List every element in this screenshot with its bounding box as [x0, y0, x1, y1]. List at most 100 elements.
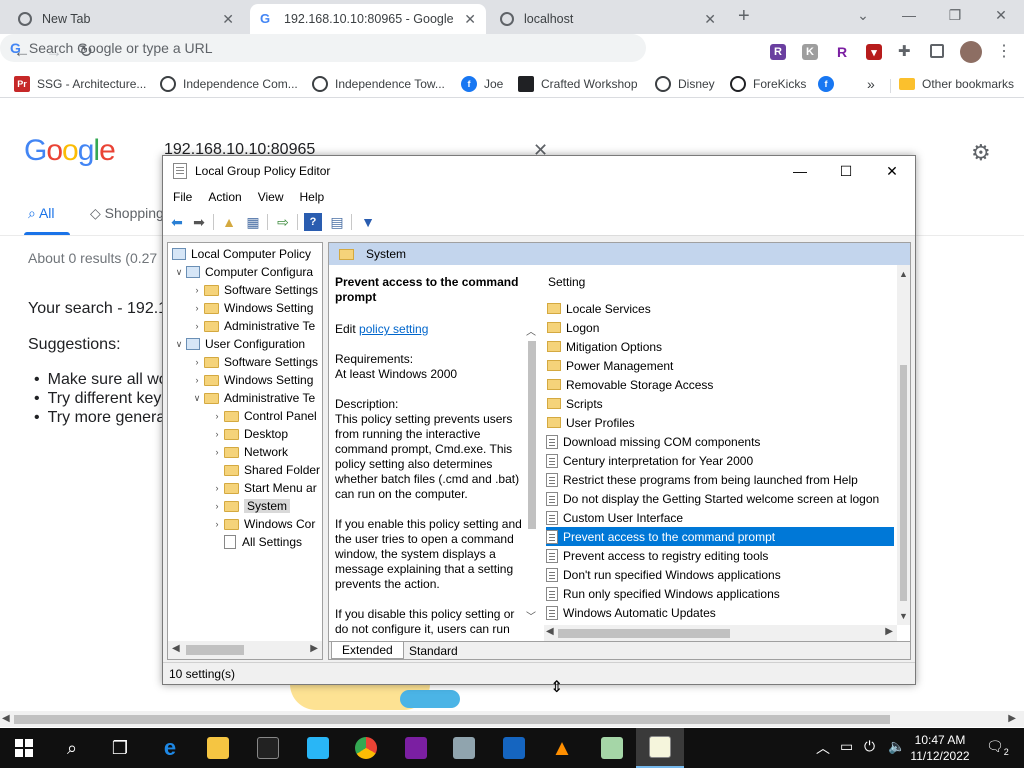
- tree-horizontal-scrollbar[interactable]: ◀ ▶: [168, 641, 322, 659]
- chevron-down-icon[interactable]: ∨: [190, 393, 204, 404]
- chevron-right-icon[interactable]: ›: [190, 303, 204, 313]
- scrollbar-thumb[interactable]: [900, 365, 907, 601]
- extensions-puzzle-icon[interactable]: ✚: [898, 42, 911, 60]
- close-icon[interactable]: ✕: [464, 11, 476, 28]
- tree-node[interactable]: › Start Menu ar: [210, 479, 317, 497]
- tree-node[interactable]: Shared Folder: [210, 461, 320, 479]
- tree-node[interactable]: Local Computer Policy: [172, 245, 311, 263]
- profile-avatar[interactable]: [960, 41, 982, 63]
- more-bookmarks-button[interactable]: »: [867, 75, 875, 93]
- close-button[interactable]: ✕: [869, 156, 915, 186]
- bookmark-facebook[interactable]: f: [818, 75, 841, 93]
- file-explorer-icon[interactable]: [194, 728, 242, 768]
- scroll-up-icon[interactable]: ︿: [526, 323, 536, 338]
- notepad-plus-icon[interactable]: [588, 728, 636, 768]
- scroll-right-icon[interactable]: ▶: [885, 626, 893, 637]
- list-horizontal-scrollbar[interactable]: ◀ ▶: [544, 625, 897, 641]
- app-cube-icon[interactable]: [294, 728, 342, 768]
- filter-icon[interactable]: ▼: [359, 213, 377, 231]
- chevron-down-icon[interactable]: ∨: [172, 339, 186, 350]
- network-tray-icon[interactable]: ▭: [840, 738, 853, 755]
- extension-r2-icon[interactable]: R: [834, 44, 850, 60]
- up-folder-icon[interactable]: ▲: [220, 213, 238, 231]
- list-policy-item[interactable]: Century interpretation for Year 2000: [546, 451, 894, 470]
- bookmark-independence-com[interactable]: Independence Com...: [160, 75, 298, 93]
- chevron-right-icon[interactable]: ›: [210, 483, 224, 493]
- chevron-right-icon[interactable]: ›: [190, 375, 204, 385]
- restore-button[interactable]: ❐: [932, 0, 978, 30]
- tree-node[interactable]: › Software Settings: [190, 281, 319, 299]
- list-folder-item[interactable]: User Profiles: [546, 413, 894, 432]
- bookmark-joe[interactable]: f Joe: [461, 75, 503, 93]
- chevron-down-icon[interactable]: ∨: [172, 267, 186, 278]
- list-folder-item[interactable]: Removable Storage Access: [546, 375, 894, 394]
- list-folder-item[interactable]: Logon: [546, 318, 894, 337]
- menu-action[interactable]: Action: [208, 190, 241, 204]
- gpedit-taskbar-icon[interactable]: [636, 728, 684, 768]
- tab-shopping[interactable]: ◇ Shopping: [90, 205, 164, 222]
- list-policy-item[interactable]: Custom User Interface: [546, 508, 894, 527]
- tree-node[interactable]: › Network: [210, 443, 289, 461]
- chevron-right-icon[interactable]: ›: [210, 519, 224, 529]
- visual-studio-icon[interactable]: [392, 728, 440, 768]
- list-vertical-scrollbar[interactable]: ▲ ▼: [897, 265, 910, 625]
- search-icon[interactable]: ⌕: [48, 728, 96, 768]
- list-policy-item[interactable]: Restrict these programs from being launc…: [546, 470, 894, 489]
- tree-node[interactable]: › Windows Setting: [190, 299, 314, 317]
- extension-r-icon[interactable]: R: [770, 44, 786, 60]
- list-policy-item[interactable]: Download missing COM components: [546, 432, 894, 451]
- scroll-right-icon[interactable]: ▶: [1008, 713, 1016, 724]
- start-button[interactable]: [0, 728, 48, 768]
- menu-view[interactable]: View: [258, 190, 284, 204]
- properties-icon[interactable]: ▤: [328, 213, 346, 231]
- column-header-setting[interactable]: Setting: [548, 275, 585, 289]
- bookmark-independence-tow[interactable]: Independence Tow...: [312, 75, 445, 93]
- tree-node[interactable]: ∨ Administrative Te: [190, 389, 315, 407]
- edit-policy-link[interactable]: policy setting: [359, 322, 428, 336]
- scroll-left-icon[interactable]: ◀: [546, 626, 554, 637]
- close-icon[interactable]: ✕: [222, 11, 234, 28]
- chrome-icon[interactable]: [342, 728, 390, 768]
- tree-node[interactable]: ∨ User Configuration: [172, 335, 305, 353]
- tab-search-icon[interactable]: ⌄: [840, 0, 886, 30]
- chevron-right-icon[interactable]: ›: [210, 501, 224, 511]
- close-button[interactable]: ✕: [978, 0, 1024, 30]
- vlc-icon[interactable]: ▲: [538, 728, 586, 768]
- other-bookmarks[interactable]: Other bookmarks: [899, 75, 1014, 93]
- chevron-right-icon[interactable]: ›: [210, 411, 224, 421]
- list-policy-item[interactable]: Prevent access to registry editing tools: [546, 546, 894, 565]
- scroll-up-icon[interactable]: ▲: [899, 269, 908, 279]
- tree-node[interactable]: › Desktop: [210, 425, 289, 443]
- google-logo[interactable]: Google: [24, 134, 116, 168]
- minimize-button[interactable]: —: [886, 0, 932, 30]
- scroll-right-icon[interactable]: ▶: [310, 643, 318, 654]
- extension-off-icon[interactable]: ▾: [866, 44, 882, 60]
- tab-localhost[interactable]: localhost ✕: [490, 4, 726, 34]
- list-policy-item[interactable]: Do not display the Getting Started welco…: [546, 489, 894, 508]
- chevron-right-icon[interactable]: ›: [210, 429, 224, 439]
- new-tab-button[interactable]: +: [738, 5, 750, 28]
- window-title-bar[interactable]: Local Group Policy Editor — ☐ ✕: [163, 156, 915, 186]
- forward-arrow-icon[interactable]: ➡: [190, 213, 208, 231]
- bookmark-disney[interactable]: Disney: [655, 75, 715, 93]
- chevron-right-icon[interactable]: ›: [210, 447, 224, 457]
- chevron-right-icon[interactable]: ›: [190, 357, 204, 367]
- clock[interactable]: 10:47 AM 11/12/2022: [908, 732, 972, 764]
- scroll-down-icon[interactable]: ﹀: [526, 608, 536, 623]
- scrollbar-thumb[interactable]: [14, 715, 890, 724]
- chevron-right-icon[interactable]: ›: [190, 321, 204, 331]
- tree-node[interactable]: › Windows Cor: [210, 515, 316, 533]
- scroll-left-icon[interactable]: ◀: [172, 643, 180, 654]
- tree-node[interactable]: › Windows Setting: [190, 371, 314, 389]
- forward-button[interactable]: →: [42, 40, 66, 64]
- edge-icon[interactable]: e: [146, 728, 194, 768]
- tab-standard[interactable]: Standard: [399, 642, 468, 659]
- tree-node[interactable]: › Control Panel: [210, 407, 317, 425]
- page-horizontal-scrollbar[interactable]: ◀ ▶: [0, 711, 1024, 727]
- power-icon[interactable]: ⏻: [864, 738, 875, 755]
- list-folder-item[interactable]: Locale Services: [546, 299, 894, 318]
- side-panel-icon[interactable]: [930, 44, 944, 58]
- chevron-up-icon[interactable]: ︿: [816, 738, 830, 758]
- scroll-left-icon[interactable]: ◀: [2, 713, 10, 724]
- menu-file[interactable]: File: [173, 190, 192, 204]
